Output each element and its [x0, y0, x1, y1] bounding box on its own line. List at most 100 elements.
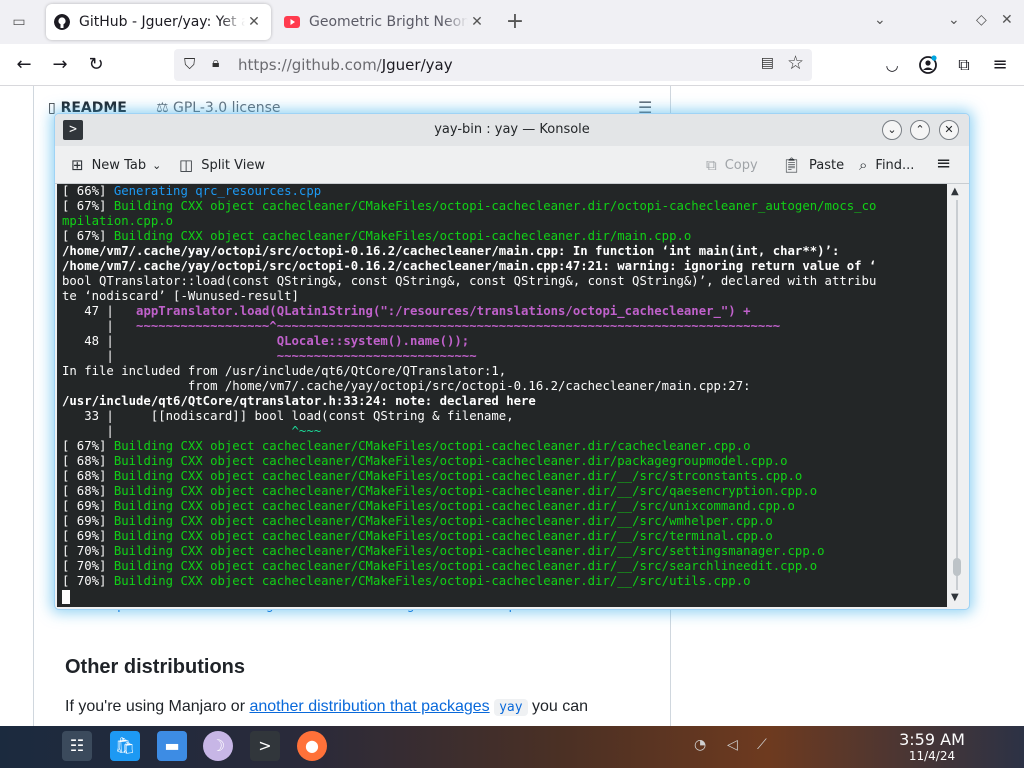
account-icon[interactable] — [916, 53, 940, 77]
pocket-icon[interactable]: ◡ — [880, 53, 904, 77]
terminal-line: [ 67%] Building CXX object cachecleaner/… — [62, 439, 751, 453]
split-view-button[interactable]: ◫ Split View — [179, 156, 265, 174]
terminal-line: [ 67%] Building CXX object cachecleaner/… — [62, 229, 692, 243]
new-tab-icon: ⊞ — [71, 156, 84, 174]
clock-date[interactable]: 11/4/24 — [890, 749, 974, 763]
plasma-taskbar: ☷ 🛍︎ ▬ ☽ > ● ◔ ◁ ⟋ 3:59 AM 11/4/24 — [0, 726, 1024, 768]
close-tab-icon[interactable]: ✕ — [245, 14, 263, 30]
konsole-icon[interactable]: > — [250, 731, 280, 761]
minimize-window-icon[interactable]: ⌄ — [948, 12, 960, 28]
tab-youtube[interactable]: Geometric Bright Neon Tr ✕ — [276, 4, 494, 40]
paste-button[interactable]: 📋︎ Paste — [782, 156, 844, 174]
list-all-tabs-icon[interactable]: ⌄ — [874, 12, 886, 28]
reader-view-icon[interactable]: ▤ — [761, 55, 774, 71]
youtube-icon — [284, 16, 300, 28]
new-tab-button[interactable]: + — [503, 10, 527, 34]
divider — [33, 86, 34, 726]
tab-title: Geometric Bright Neon Tr — [309, 14, 468, 30]
clock-time[interactable]: 3:59 AM — [890, 730, 974, 749]
terminal-line: [ 69%] Building CXX object cachecleaner/… — [62, 514, 773, 528]
terminal-line: 47 | appTranslator.load(QLatin1String(":… — [62, 304, 751, 318]
terminal-line: 48 | QLocale::system().name()); — [62, 334, 470, 348]
terminal-scrollbar[interactable]: ▲ ▼ — [947, 184, 967, 607]
inline-code: yay — [494, 699, 528, 716]
terminal-line: | ~~~~~~~~~~~~~~~~~~~~~~~~~~~ — [62, 349, 477, 363]
notifications-icon[interactable]: ◔ — [694, 737, 706, 753]
tab-list-icon[interactable]: ▭ — [8, 11, 30, 33]
back-arrow-icon[interactable]: ← — [12, 53, 36, 77]
terminal-line: [ 69%] Building CXX object cachecleaner/… — [62, 499, 795, 513]
terminal-line: /home/vm7/.cache/yay/octopi/src/octopi-0… — [62, 259, 877, 273]
scrollbar-thumb[interactable] — [953, 558, 961, 576]
bookmark-star-icon[interactable]: ☆ — [787, 52, 804, 74]
terminal-line: In file included from /usr/include/qt6/Q… — [62, 364, 507, 378]
close-window-icon[interactable]: ✕ — [1001, 12, 1013, 28]
scroll-up-icon[interactable]: ▲ — [951, 186, 959, 197]
konsole-window: > yay-bin : yay — Konsole ⌄ ⌃ ✕ ⊞ New Ta… — [55, 114, 969, 609]
forward-arrow-icon[interactable]: → — [48, 53, 72, 77]
terminal-line: [ 70%] Building CXX object cachecleaner/… — [62, 574, 751, 588]
close-tab-icon[interactable]: ✕ — [468, 14, 486, 30]
discover-store-icon[interactable]: 🛍︎ — [110, 731, 140, 761]
tab-title: GitHub - Jguer/yay: Yet another Yogurt — [79, 14, 245, 30]
firefox-icon[interactable]: ● — [297, 731, 327, 761]
url-bar[interactable]: ⛉ 🔒︎ https://github.com/Jguer/yay ▤ ☆ — [174, 49, 812, 81]
terminal-line: [ 68%] Building CXX object cachecleaner/… — [62, 454, 788, 468]
chevron-down-icon[interactable]: ⌄ — [152, 159, 161, 172]
split-view-icon: ◫ — [179, 156, 194, 174]
minimize-icon[interactable]: ⌄ — [882, 120, 902, 140]
lock-icon[interactable]: 🔒︎ — [212, 55, 219, 71]
url-text[interactable]: https://github.com/Jguer/yay — [238, 56, 453, 74]
paragraph: If you're using Manjaro or another distr… — [65, 698, 589, 716]
terminal-line: [ 68%] Building CXX object cachecleaner/… — [62, 469, 803, 483]
terminal-line: [ 66%] Generating qrc_resources.cpp — [62, 184, 322, 198]
konsole-toolbar: ⊞ New Tab ⌄ ◫ Split View ⧉ Copy 📋︎ Paste… — [55, 146, 969, 184]
tab-github-yay[interactable]: GitHub - Jguer/yay: Yet another Yogurt ✕ — [46, 4, 271, 40]
copy-button[interactable]: ⧉ Copy — [706, 156, 758, 174]
hamburger-menu-icon[interactable]: ≡ — [988, 53, 1012, 77]
reload-icon[interactable]: ↻ — [84, 53, 108, 77]
terminal-line: [ 69%] Building CXX object cachecleaner/… — [62, 529, 773, 543]
application-launcher-icon[interactable]: ☷ — [62, 731, 92, 761]
text-cursor — [62, 590, 70, 604]
find-button[interactable]: ⌕ Find... — [859, 156, 914, 174]
scrollbar-track — [956, 200, 958, 590]
browser-tab-bar: ▭ GitHub - Jguer/yay: Yet another Yogurt… — [0, 0, 1024, 44]
hamburger-menu-icon[interactable]: ≡ — [936, 153, 951, 174]
extensions-icon[interactable]: ⧉ — [952, 53, 976, 77]
close-icon[interactable]: ✕ — [939, 120, 959, 140]
paste-icon: 📋︎ — [782, 156, 802, 174]
network-icon[interactable]: ⟋ — [757, 737, 767, 753]
terminal-prompt-line — [62, 589, 947, 604]
audio-volume-icon[interactable]: ◁ — [727, 737, 738, 753]
terminal-line: 33 | [[nodiscard]] bool load(const QStri… — [62, 409, 514, 423]
section-heading: Other distributions — [65, 656, 245, 678]
new-tab-button[interactable]: ⊞ New Tab ⌄ — [71, 156, 161, 174]
terminal-output[interactable]: [ 66%] Generating qrc_resources.cpp[ 67%… — [57, 184, 947, 607]
window-title: yay-bin : yay — Konsole — [434, 122, 590, 137]
github-icon — [54, 14, 70, 30]
maximize-icon[interactable]: ⌃ — [910, 120, 930, 140]
terminal-line: [ 70%] Building CXX object cachecleaner/… — [62, 559, 818, 573]
copy-icon: ⧉ — [706, 156, 717, 174]
scroll-down-icon[interactable]: ▼ — [951, 592, 959, 603]
browser-nav-bar: ← → ↻ ⛉ 🔒︎ https://github.com/Jguer/yay … — [0, 44, 1024, 86]
terminal-line: bool QTranslator::load(const QString&, c… — [62, 274, 877, 288]
terminal-line: [ 70%] Building CXX object cachecleaner/… — [62, 544, 825, 558]
terminal-line: | ^~~~ — [62, 424, 322, 438]
terminal-line: | ~~~~~~~~~~~~~~~~~~^~~~~~~~~~~~~~~~~~~~… — [62, 319, 781, 333]
konsole-titlebar[interactable]: > yay-bin : yay — Konsole ⌄ ⌃ ✕ — [55, 114, 969, 146]
manjaro-hello-icon[interactable]: ☽ — [203, 731, 233, 761]
terminal-line: [ 67%] Building CXX object cachecleaner/… — [62, 199, 877, 213]
maximize-window-icon[interactable]: ◇ — [976, 12, 987, 28]
terminal-line: [ 68%] Building CXX object cachecleaner/… — [62, 484, 818, 498]
terminal-line: /usr/include/qt6/QtCore/qtranslator.h:33… — [62, 394, 536, 408]
terminal-line: /home/vm7/.cache/yay/octopi/src/octopi-0… — [62, 244, 840, 258]
terminal-line: from /home/vm7/.cache/yay/octopi/src/oct… — [62, 379, 751, 393]
tracking-protection-shield-icon[interactable]: ⛉ — [184, 55, 195, 73]
search-icon: ⌕ — [859, 156, 868, 174]
terminal-line: mpilation.cpp.o — [62, 214, 174, 228]
dolphin-files-icon[interactable]: ▬ — [157, 731, 187, 761]
terminal-line: te ‘nodiscard’ [-Wunused-result] — [62, 289, 299, 303]
distribution-link[interactable]: another distribution that packages — [249, 698, 489, 715]
